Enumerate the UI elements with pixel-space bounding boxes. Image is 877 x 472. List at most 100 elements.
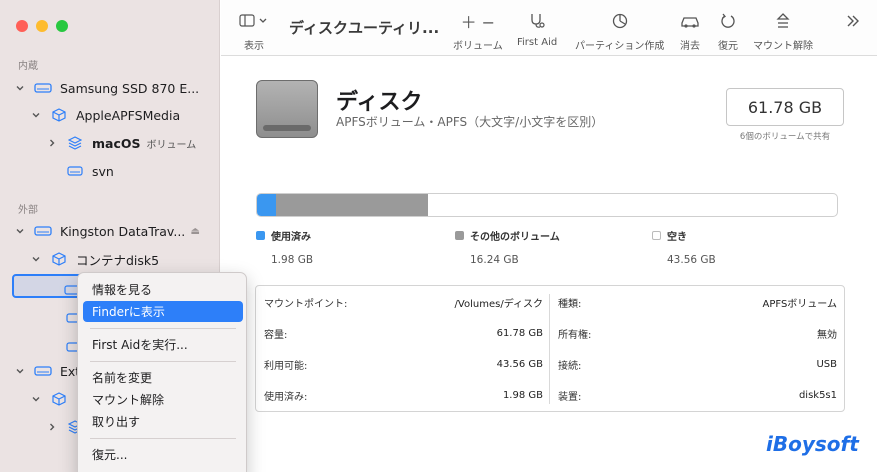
sidebar-item-label: Kingston DataTrav... [60, 223, 186, 239]
restore-arrow-icon [720, 11, 736, 31]
free-label: 空き [667, 232, 687, 243]
disk-title: ディスク [336, 90, 423, 115]
menu-separator [90, 328, 236, 329]
info-value: 61.78 GB [496, 328, 543, 339]
first-aid-label: First Aid [517, 37, 558, 48]
volume-button[interactable]: ＋ − ボリューム [453, 11, 503, 52]
menu-item-eject[interactable]: 取り出す [83, 411, 243, 432]
info-key: 装置: [558, 392, 582, 403]
chevron-right-icon[interactable] [46, 137, 58, 149]
legend-used: 使用済み 1.98 GB [256, 228, 313, 266]
volume-label: ボリューム [453, 41, 503, 52]
info-left-column: マウントポイント: /Volumes/ディスク 容量: 61.78 GB 利用可能:… [256, 286, 551, 411]
chevron-down-icon[interactable] [14, 82, 26, 94]
info-row: 使用済み: 1.98 GB [256, 380, 551, 411]
info-key: 使用済み: [264, 392, 308, 403]
info-table: マウントポイント: /Volumes/ディスク 容量: 61.78 GB 利用可能:… [255, 285, 845, 412]
info-key: 容量: [264, 330, 288, 341]
info-row: 接続: USB [550, 349, 845, 380]
first-aid-button[interactable]: First Aid [517, 11, 557, 48]
info-row: マウントポイント: /Volumes/ディスク [256, 287, 551, 318]
restore-button[interactable]: 復元 [718, 11, 738, 52]
menu-item-show-in-finder[interactable]: Finderに表示 [83, 301, 243, 322]
volume-stack-icon [66, 136, 84, 150]
free-color-swatch [652, 231, 661, 240]
sidebar-toggle-icon [239, 11, 269, 31]
menu-separator [90, 361, 236, 362]
chevron-down-icon[interactable] [30, 253, 42, 265]
drive-icon [34, 364, 52, 378]
info-row: 所有権: 無効 [550, 318, 845, 349]
info-key: 所有権: [558, 330, 592, 341]
minimize-window-button[interactable] [36, 20, 48, 32]
context-menu: 情報を見る Finderに表示 First Aidを実行... 名前を変更 マウ… [77, 272, 247, 472]
info-value: APFSボリューム [762, 299, 838, 310]
unmount-label: マウント解除 [753, 41, 813, 52]
partition-button[interactable]: パーティション作成 [575, 11, 664, 52]
unmount-button[interactable]: マウント解除 [753, 11, 813, 52]
drive-icon [34, 224, 52, 238]
window-controls [16, 20, 68, 32]
sidebar-item-svn[interactable]: svn [0, 158, 220, 184]
menu-item-unmount[interactable]: マウント解除 [83, 389, 243, 410]
menu-item-restore[interactable]: 復元... [83, 444, 243, 465]
container-cube-icon [50, 252, 68, 266]
view-button[interactable]: 表示 [239, 11, 269, 52]
info-value: 43.56 GB [496, 359, 543, 370]
external-disk-icon [256, 80, 318, 138]
info-value: disk5s1 [798, 390, 837, 401]
info-row: 利用可能: 43.56 GB [256, 349, 551, 380]
info-row: 装置: disk5s1 [550, 380, 845, 411]
sidebar-item-label: コンテナdisk5 [76, 252, 160, 268]
sidebar-item-label: svn [92, 163, 114, 179]
menu-item-run-first-aid[interactable]: First Aidを実行... [83, 334, 243, 355]
chevron-down-icon[interactable] [30, 393, 42, 405]
usage-bar [256, 193, 838, 217]
erase-label: 消去 [680, 41, 700, 52]
more-toolbar-button[interactable] [846, 11, 860, 31]
unmount-icon [776, 11, 790, 31]
toolbar: 表示 ディスクユーティリ... ＋ − ボリューム First Aid パーティ… [221, 0, 877, 56]
info-right-column: 種類: APFSボリューム 所有権: 無効 接続: USB 装置: disk5s1 [550, 286, 845, 411]
zoom-window-button[interactable] [56, 20, 68, 32]
info-key: 利用可能: [264, 361, 308, 372]
other-color-swatch [455, 231, 464, 240]
erase-button[interactable]: 消去 [680, 11, 700, 52]
info-key: 種類: [558, 299, 582, 310]
capacity-note: 6個のボリュームで共有 [739, 132, 831, 142]
used-color-swatch [256, 231, 265, 240]
double-chevron-right-icon [846, 11, 860, 31]
legend-free: 空き 43.56 GB [652, 228, 716, 266]
legend-other: その他のボリューム 16.24 GB [455, 228, 560, 266]
restore-label: 復元 [718, 41, 738, 52]
section-internal-label: 内蔵 [18, 61, 38, 72]
info-value: 1.98 GB [502, 390, 543, 401]
disk-subtitle: APFSボリューム・APFS（大文字/小文字を区別） [336, 115, 604, 129]
eject-icon[interactable]: ⏏ [191, 226, 200, 237]
sidebar-item-label: AppleAPFSMedia [76, 107, 181, 123]
sidebar-item-apfs-media[interactable]: AppleAPFSMedia [0, 102, 220, 128]
sidebar-item-kingston[interactable]: Kingston DataTrav... ⏏ [0, 218, 220, 244]
info-value: 無効 [817, 330, 837, 341]
free-value: 43.56 GB [667, 254, 716, 266]
chevron-down-icon[interactable] [30, 109, 42, 121]
info-value: /Volumes/ディスク [454, 299, 543, 310]
chevron-down-icon[interactable] [14, 225, 26, 237]
close-window-button[interactable] [16, 20, 28, 32]
other-value: 16.24 GB [470, 254, 519, 266]
brand-watermark: iBoysoft [766, 432, 859, 456]
menu-item-rename[interactable]: 名前を変更 [83, 367, 243, 388]
drive-icon [34, 81, 52, 95]
volume-note: ボリューム [146, 139, 197, 151]
sidebar-item-macos[interactable]: macOS ボリューム [0, 130, 220, 156]
chevron-down-icon[interactable] [14, 365, 26, 377]
menu-item-get-info[interactable]: 情報を見る [83, 279, 243, 300]
chevron-right-icon[interactable] [46, 421, 58, 433]
capacity-box: 61.78 GB [726, 88, 844, 126]
sidebar-item-samsung-ssd[interactable]: Samsung SSD 870 E... [0, 75, 220, 101]
view-label: 表示 [244, 41, 264, 52]
sidebar-item-container-disk5[interactable]: コンテナdisk5 [0, 246, 220, 272]
sidebar-item-label: Samsung SSD 870 E... [60, 80, 200, 96]
pie-partition-icon [612, 11, 628, 31]
erase-car-icon [680, 11, 700, 31]
